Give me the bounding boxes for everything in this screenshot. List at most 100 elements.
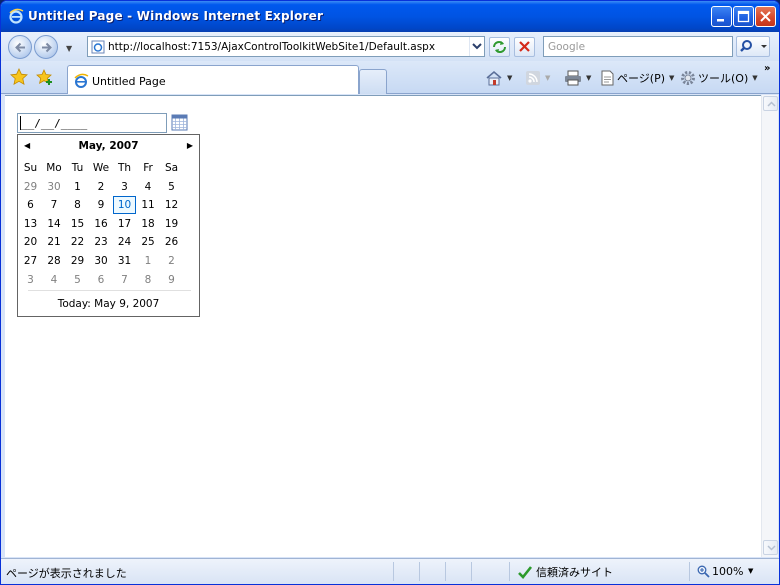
calendar-day-header: Su [23,162,38,174]
minimize-button[interactable] [711,6,732,27]
feeds-button[interactable]: ▼ [525,69,550,87]
calendar-day[interactable]: 8 [137,271,160,289]
calendar-day[interactable]: 17 [113,215,136,233]
calendar-day[interactable]: 12 [160,196,183,214]
calendar-day[interactable]: 22 [66,233,89,251]
search-input[interactable]: Google [543,36,733,57]
calendar-day[interactable]: 29 [66,252,89,270]
calendar-day[interactable]: 9 [160,271,183,289]
security-zone[interactable]: 信頼済みサイト [517,564,613,580]
title-bar[interactable]: Untitled Page - Windows Internet Explore… [1,1,779,32]
calendar-day[interactable]: 7 [43,196,66,214]
calendar-day[interactable]: 13 [19,215,42,233]
calendar-day[interactable]: 6 [19,196,42,214]
calendar-day[interactable]: 8 [66,196,89,214]
vertical-scrollbar[interactable] [761,95,778,557]
tools-menu-dropdown-icon: ▼ [752,74,758,82]
calendar-day[interactable]: 30 [43,178,66,196]
calendar-day[interactable]: 7 [113,271,136,289]
page-menu[interactable]: ページ(P) ▼ [600,69,674,87]
calendar-icon[interactable] [171,114,188,131]
maximize-icon [737,10,750,23]
maximize-button[interactable] [733,6,754,27]
browser-window: Untitled Page - Windows Internet Explore… [0,0,780,585]
calendar-day[interactable]: 1 [66,178,89,196]
stop-button[interactable] [514,37,535,57]
calendar-day-header: Sa [164,162,179,174]
print-dropdown-icon[interactable]: ▼ [586,74,591,82]
back-button[interactable] [8,35,32,59]
calendar-today-link[interactable]: Today: May 9, 2007 [18,298,199,310]
calendar-day[interactable]: 14 [43,215,66,233]
forward-arrow-icon [42,42,52,53]
calendar-day[interactable]: 4 [137,178,160,196]
status-divider [689,562,690,581]
checkmark-icon [518,565,533,579]
tools-menu[interactable]: ツール(O) ▼ [680,69,758,87]
favorites-star-icon[interactable] [10,68,28,86]
calendar-day[interactable]: 30 [90,252,113,270]
calendar-day[interactable]: 24 [113,233,136,251]
calendar-day[interactable]: 6 [90,271,113,289]
calendar-day[interactable]: 2 [160,252,183,270]
home-dropdown-icon[interactable]: ▼ [507,74,512,82]
calendar-day[interactable]: 28 [43,252,66,270]
calendar-day[interactable]: 5 [66,271,89,289]
calendar-day[interactable]: 27 [19,252,42,270]
refresh-icon [493,41,506,53]
calendar-day[interactable]: 18 [137,215,160,233]
calendar-day[interactable]: 9 [90,196,113,214]
search-button[interactable] [736,36,770,57]
calendar-day[interactable]: 20 [19,233,42,251]
new-tab-button[interactable] [359,69,387,94]
toolbar-overflow-chevron-icon[interactable]: » [764,63,770,74]
status-divider [509,562,510,581]
calendar-day[interactable]: 2 [90,178,113,196]
calendar-day[interactable]: 4 [43,271,66,289]
calendar-month-title[interactable]: May, 2007 [18,140,199,152]
chevron-down-icon [767,545,776,551]
close-button[interactable] [755,6,776,27]
zoom-dropdown-icon[interactable]: ▼ [748,567,753,575]
calendar-day[interactable]: 25 [137,233,160,251]
status-divider [419,562,420,581]
calendar-day-selected[interactable]: 10 [113,196,136,215]
status-divider [445,562,446,581]
calendar-day[interactable]: 31 [113,252,136,270]
refresh-button[interactable] [489,37,510,57]
calendar-day-header: Fr [143,162,153,174]
calendar-popup: ◀ May, 2007 ▶ Su Mo Tu We Th Fr Sa 29 30 1 2 3 4 5 6 7 8… [17,134,200,317]
home-button[interactable]: ▼ [485,69,512,87]
calendar-day-header: We [92,162,110,174]
status-text: ページが表示されました [6,567,127,580]
calendar-day[interactable]: 21 [43,233,66,251]
calendar-day[interactable]: 5 [160,178,183,196]
zoom-magnifier-icon [697,565,710,578]
calendar-day[interactable]: 3 [113,178,136,196]
tab-untitled-page[interactable]: Untitled Page [67,65,359,94]
print-button[interactable]: ▼ [564,69,591,87]
calendar-day[interactable]: 29 [19,178,42,196]
calendar-day[interactable]: 3 [19,271,42,289]
address-url[interactable]: http://localhost:7153/AjaxControlToolkit… [108,41,435,53]
address-dropdown-button[interactable] [469,37,484,56]
back-arrow-icon [15,42,25,53]
calendar-day[interactable]: 1 [137,252,160,270]
recent-pages-dropdown[interactable]: ▼ [66,44,72,53]
calendar-day[interactable]: 19 [160,215,183,233]
date-textbox[interactable]: __/__/____ [17,113,167,133]
feeds-dropdown-icon[interactable]: ▼ [545,74,550,82]
search-icon [740,40,767,52]
scroll-up-button[interactable] [763,96,778,111]
calendar-day[interactable]: 16 [90,215,113,233]
calendar-day[interactable]: 15 [66,215,89,233]
calendar-day[interactable]: 26 [160,233,183,251]
calendar-day[interactable]: 23 [90,233,113,251]
zoom-control[interactable]: 100% [697,565,743,578]
address-bar[interactable]: http://localhost:7153/AjaxControlToolkit… [87,36,485,57]
next-month-arrow-icon[interactable]: ▶ [187,141,193,150]
scroll-down-button[interactable] [763,540,778,555]
calendar-day[interactable]: 11 [137,196,160,214]
forward-button[interactable] [34,35,58,59]
add-favorites-icon[interactable] [36,68,54,86]
